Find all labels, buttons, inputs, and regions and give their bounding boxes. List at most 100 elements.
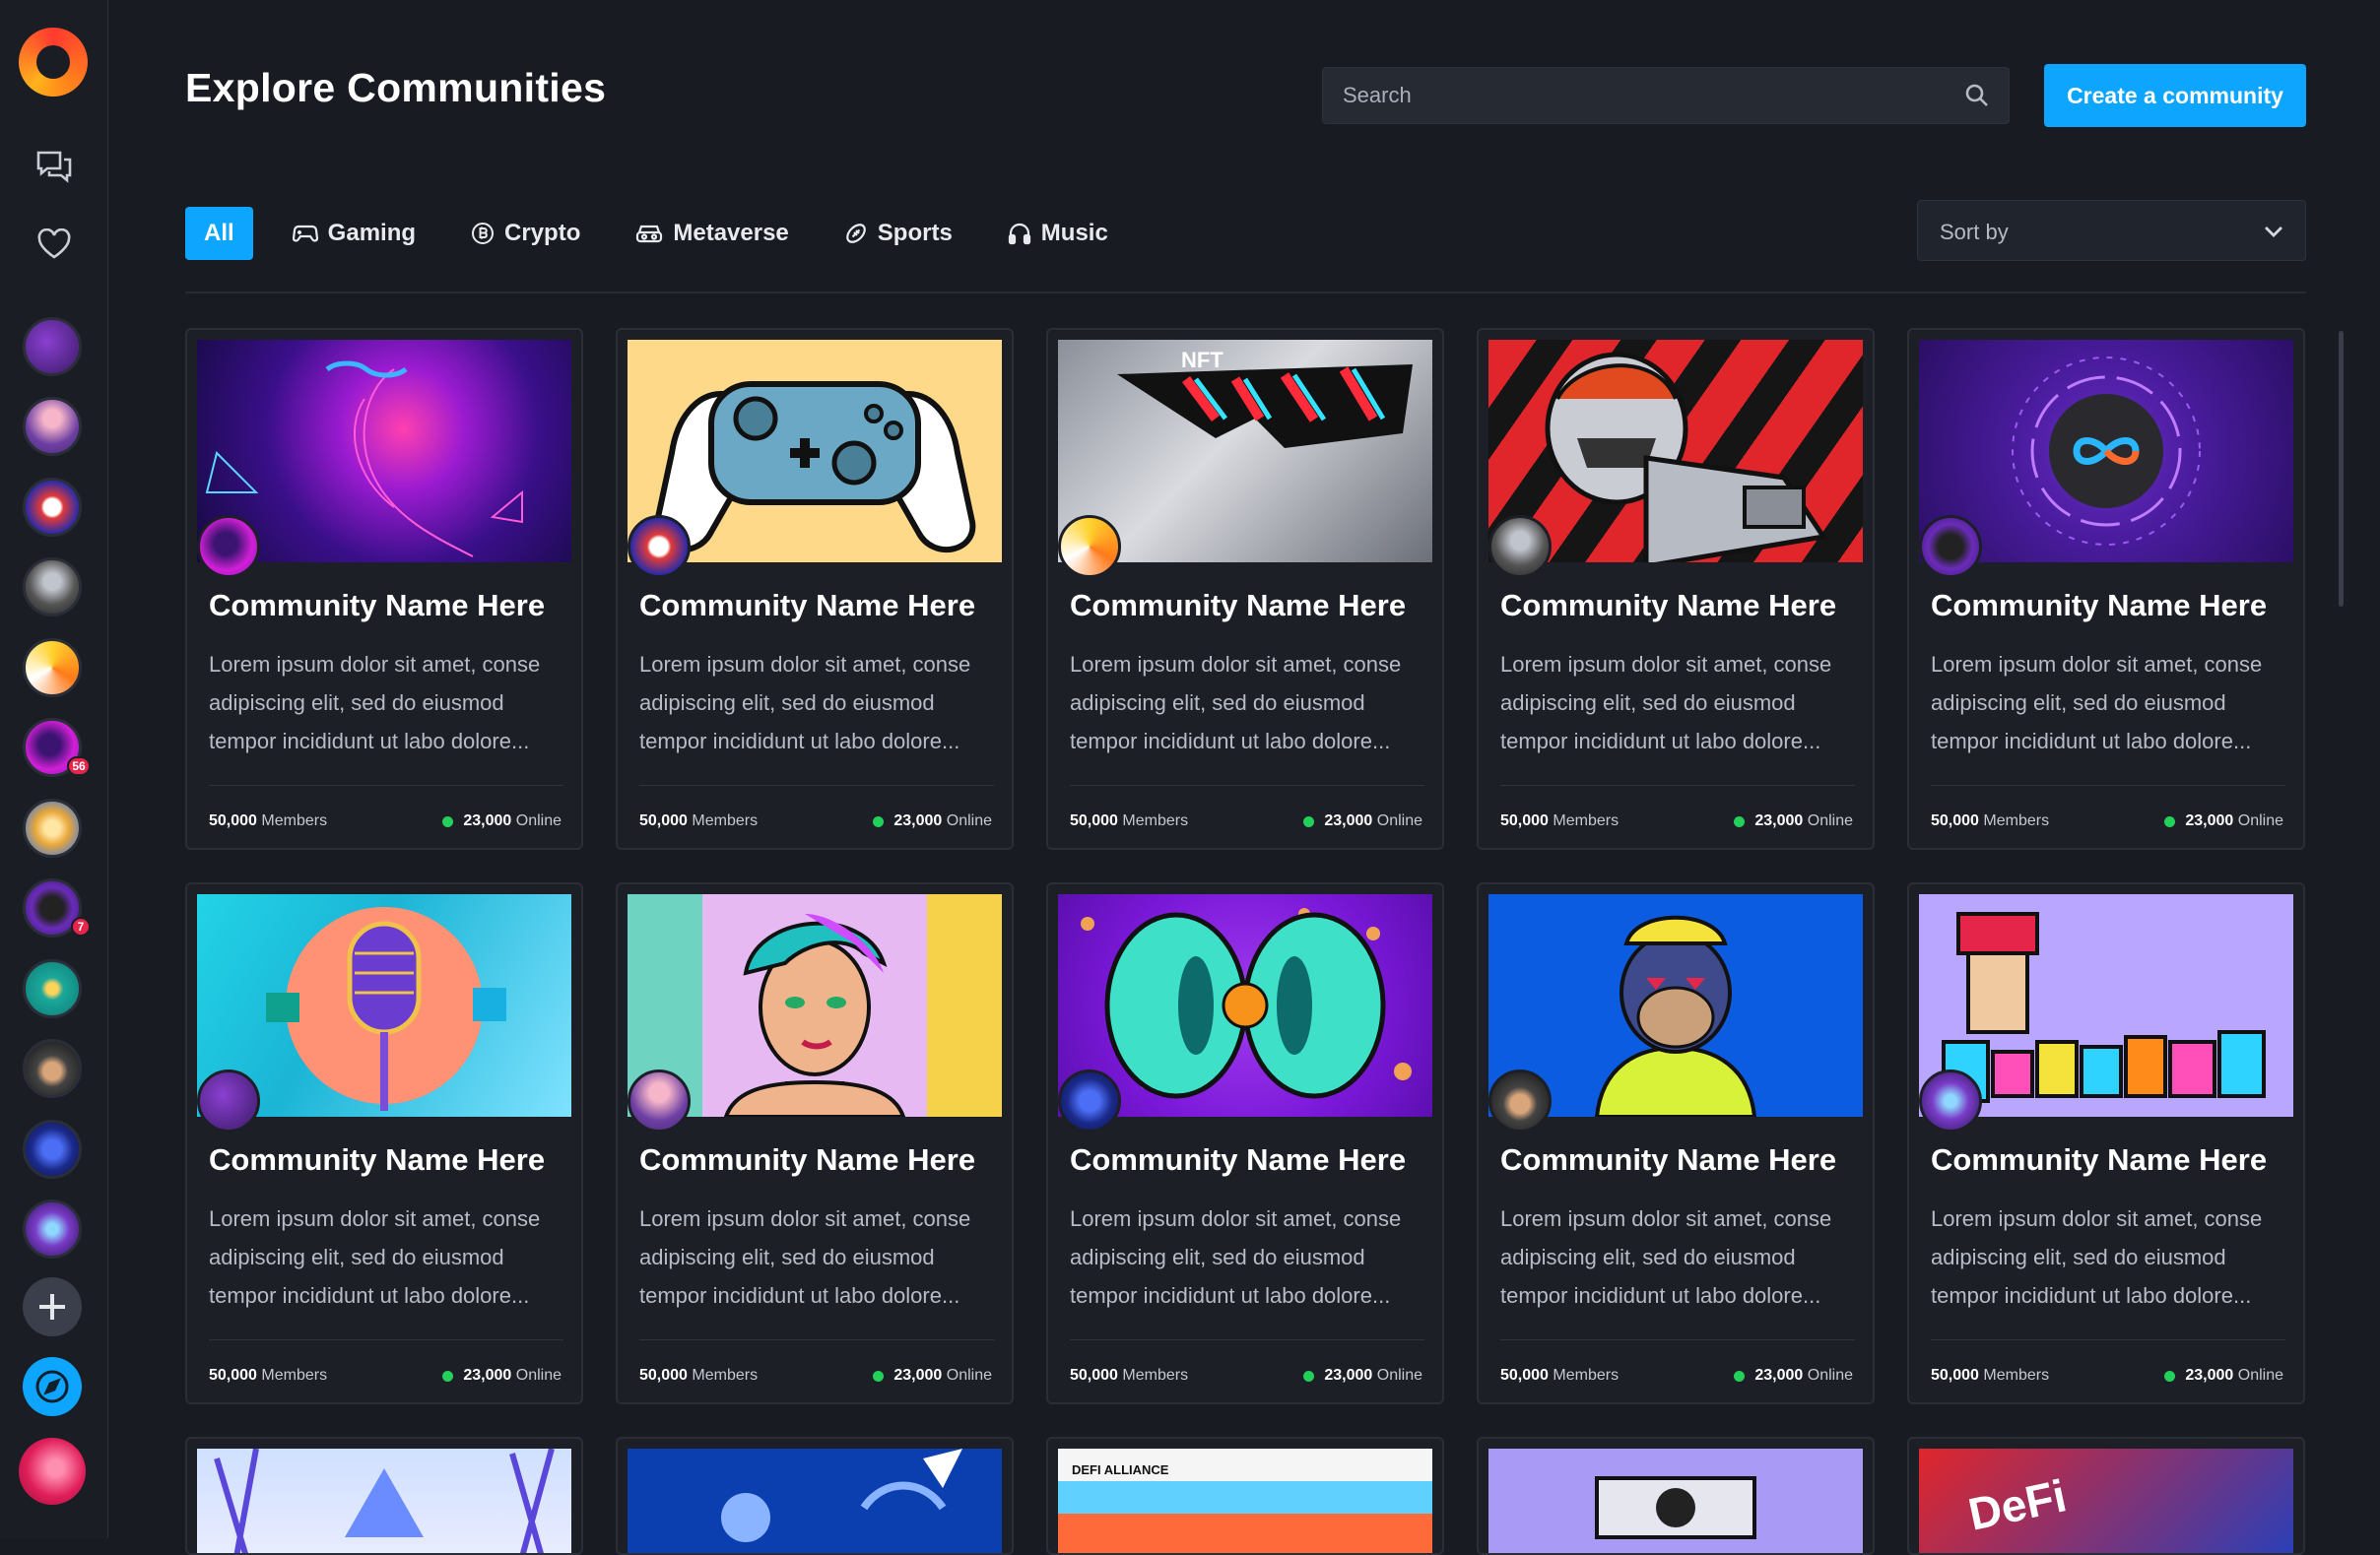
community-card[interactable] <box>616 1437 1014 1555</box>
divider <box>1500 1339 1855 1340</box>
community-avatar[interactable] <box>23 799 82 858</box>
community-card[interactable]: Community Name Here Lorem ipsum dolor si… <box>1477 328 1875 850</box>
scrollbar[interactable] <box>2339 331 2344 607</box>
football-icon <box>845 224 866 243</box>
tab-label: Metaverse <box>673 220 789 246</box>
community-name: Community Name Here <box>1070 588 1407 622</box>
community-avatar <box>197 515 260 578</box>
community-avatar <box>628 1069 691 1133</box>
divider <box>209 1339 563 1340</box>
community-avatar[interactable] <box>23 1120 82 1179</box>
community-avatar[interactable] <box>23 478 82 537</box>
community-description: Lorem ipsum dolor sit amet, conse adipis… <box>209 1206 541 1308</box>
community-description: Lorem ipsum dolor sit amet, conse adipis… <box>1931 1206 2263 1308</box>
community-avatar[interactable] <box>23 959 82 1018</box>
community-avatar <box>1058 515 1121 578</box>
community-description: Lorem ipsum dolor sit amet, conse adipis… <box>1500 652 1832 753</box>
community-card[interactable]: DEFI ALLIANCE <box>1046 1437 1444 1555</box>
community-avatar[interactable] <box>23 397 82 456</box>
user-avatar[interactable] <box>19 1438 86 1505</box>
online-count: 23,000 Online <box>1734 812 1853 830</box>
tab-music[interactable]: Music <box>1008 207 1108 260</box>
divider <box>1931 785 2285 786</box>
page-title: Explore Communities <box>185 65 607 110</box>
members-count: 50,000 Members <box>639 812 759 829</box>
community-card[interactable]: Community Name Here Lorem ipsum dolor si… <box>1907 328 2305 850</box>
community-card[interactable]: Community Name Here Lorem ipsum dolor si… <box>1907 882 2305 1404</box>
vr-headset-icon <box>636 225 663 243</box>
community-banner <box>628 1449 1002 1553</box>
community-card[interactable]: DeFi <box>1907 1437 2305 1555</box>
community-name: Community Name Here <box>639 588 976 622</box>
tab-label: Sports <box>877 220 953 246</box>
banner-label: DEFI ALLIANCE <box>1072 1462 1169 1477</box>
community-card[interactable]: Community Name Here Lorem ipsum dolor si… <box>185 882 583 1404</box>
community-description: Lorem ipsum dolor sit amet, conse adipis… <box>1070 652 1402 753</box>
sort-dropdown[interactable]: Sort by <box>1917 200 2306 261</box>
community-avatar[interactable] <box>23 1039 82 1098</box>
compass-icon[interactable] <box>23 1357 82 1416</box>
community-avatar[interactable] <box>23 1199 82 1259</box>
community-avatar[interactable] <box>23 557 82 616</box>
chat-icon[interactable] <box>34 148 74 187</box>
community-card[interactable] <box>185 1437 583 1555</box>
add-community-icon[interactable] <box>23 1277 82 1336</box>
community-description: Lorem ipsum dolor sit amet, conse adipis… <box>1931 652 2263 753</box>
members-count: 50,000 Members <box>1500 812 1620 829</box>
community-name: Community Name Here <box>639 1142 976 1177</box>
category-tabs: All Gaming Crypto Metaverse Sports Music <box>185 207 1163 260</box>
members-count: 50,000 Members <box>1070 812 1189 829</box>
community-avatar <box>1058 1069 1121 1133</box>
search-icon[interactable] <box>1963 82 1991 109</box>
app-logo[interactable] <box>19 28 88 97</box>
community-description: Lorem ipsum dolor sit amet, conse adipis… <box>1500 1206 1832 1308</box>
tab-crypto[interactable]: Crypto <box>471 207 580 260</box>
community-card[interactable]: Community Name Here Lorem ipsum dolor si… <box>185 328 583 850</box>
online-count: 23,000 Online <box>873 812 992 830</box>
community-avatar <box>1488 1069 1552 1133</box>
tab-sports[interactable]: Sports <box>844 207 953 260</box>
tab-all[interactable]: All <box>185 207 253 260</box>
community-banner <box>1488 1449 1863 1553</box>
online-dot-icon <box>1734 1370 1746 1382</box>
online-count: 23,000 Online <box>442 1367 562 1385</box>
community-avatar[interactable] <box>23 638 82 697</box>
members-count: 50,000 Members <box>1500 1367 1620 1384</box>
banner-label: DeFi <box>1963 1469 2072 1540</box>
members-count: 50,000 Members <box>1931 812 2050 829</box>
community-name: Community Name Here <box>1070 1142 1407 1177</box>
community-name: Community Name Here <box>1931 588 2268 622</box>
online-dot-icon <box>442 1370 454 1382</box>
community-card[interactable]: NFT Community Name Here Lorem ipsum dolo… <box>1046 328 1444 850</box>
community-description: Lorem ipsum dolor sit amet, conse adipis… <box>209 652 541 753</box>
sidebar: 56 7 <box>0 0 108 1538</box>
online-count: 23,000 Online <box>1303 1367 1422 1385</box>
community-card[interactable]: Community Name Here Lorem ipsum dolor si… <box>1046 882 1444 1404</box>
search-bar <box>1322 67 2010 124</box>
online-dot-icon <box>2164 815 2176 827</box>
notification-badge: 7 <box>71 917 91 937</box>
divider <box>639 785 994 786</box>
heart-icon[interactable] <box>34 225 74 264</box>
search-input[interactable] <box>1323 68 1953 123</box>
community-card[interactable]: Community Name Here Lorem ipsum dolor si… <box>616 882 1014 1404</box>
community-card[interactable] <box>1477 1437 1875 1555</box>
online-dot-icon <box>873 815 885 827</box>
tab-gaming[interactable]: Gaming <box>292 207 416 260</box>
members-count: 50,000 Members <box>209 1367 328 1384</box>
divider <box>639 1339 994 1340</box>
divider <box>1070 1339 1424 1340</box>
sort-label: Sort by <box>1940 220 2009 244</box>
notification-badge: 56 <box>67 756 91 776</box>
community-avatar[interactable] <box>23 317 82 376</box>
create-community-button[interactable]: Create a community <box>2044 64 2306 127</box>
members-count: 50,000 Members <box>209 812 328 829</box>
online-dot-icon <box>442 815 454 827</box>
community-card[interactable]: Community Name Here Lorem ipsum dolor si… <box>616 328 1014 850</box>
community-name: Community Name Here <box>209 1142 546 1177</box>
online-dot-icon <box>1303 815 1315 827</box>
tab-metaverse[interactable]: Metaverse <box>635 207 789 260</box>
community-name: Community Name Here <box>1500 1142 1837 1177</box>
community-card[interactable]: Community Name Here Lorem ipsum dolor si… <box>1477 882 1875 1404</box>
banner-text: NFT <box>1181 348 1223 372</box>
